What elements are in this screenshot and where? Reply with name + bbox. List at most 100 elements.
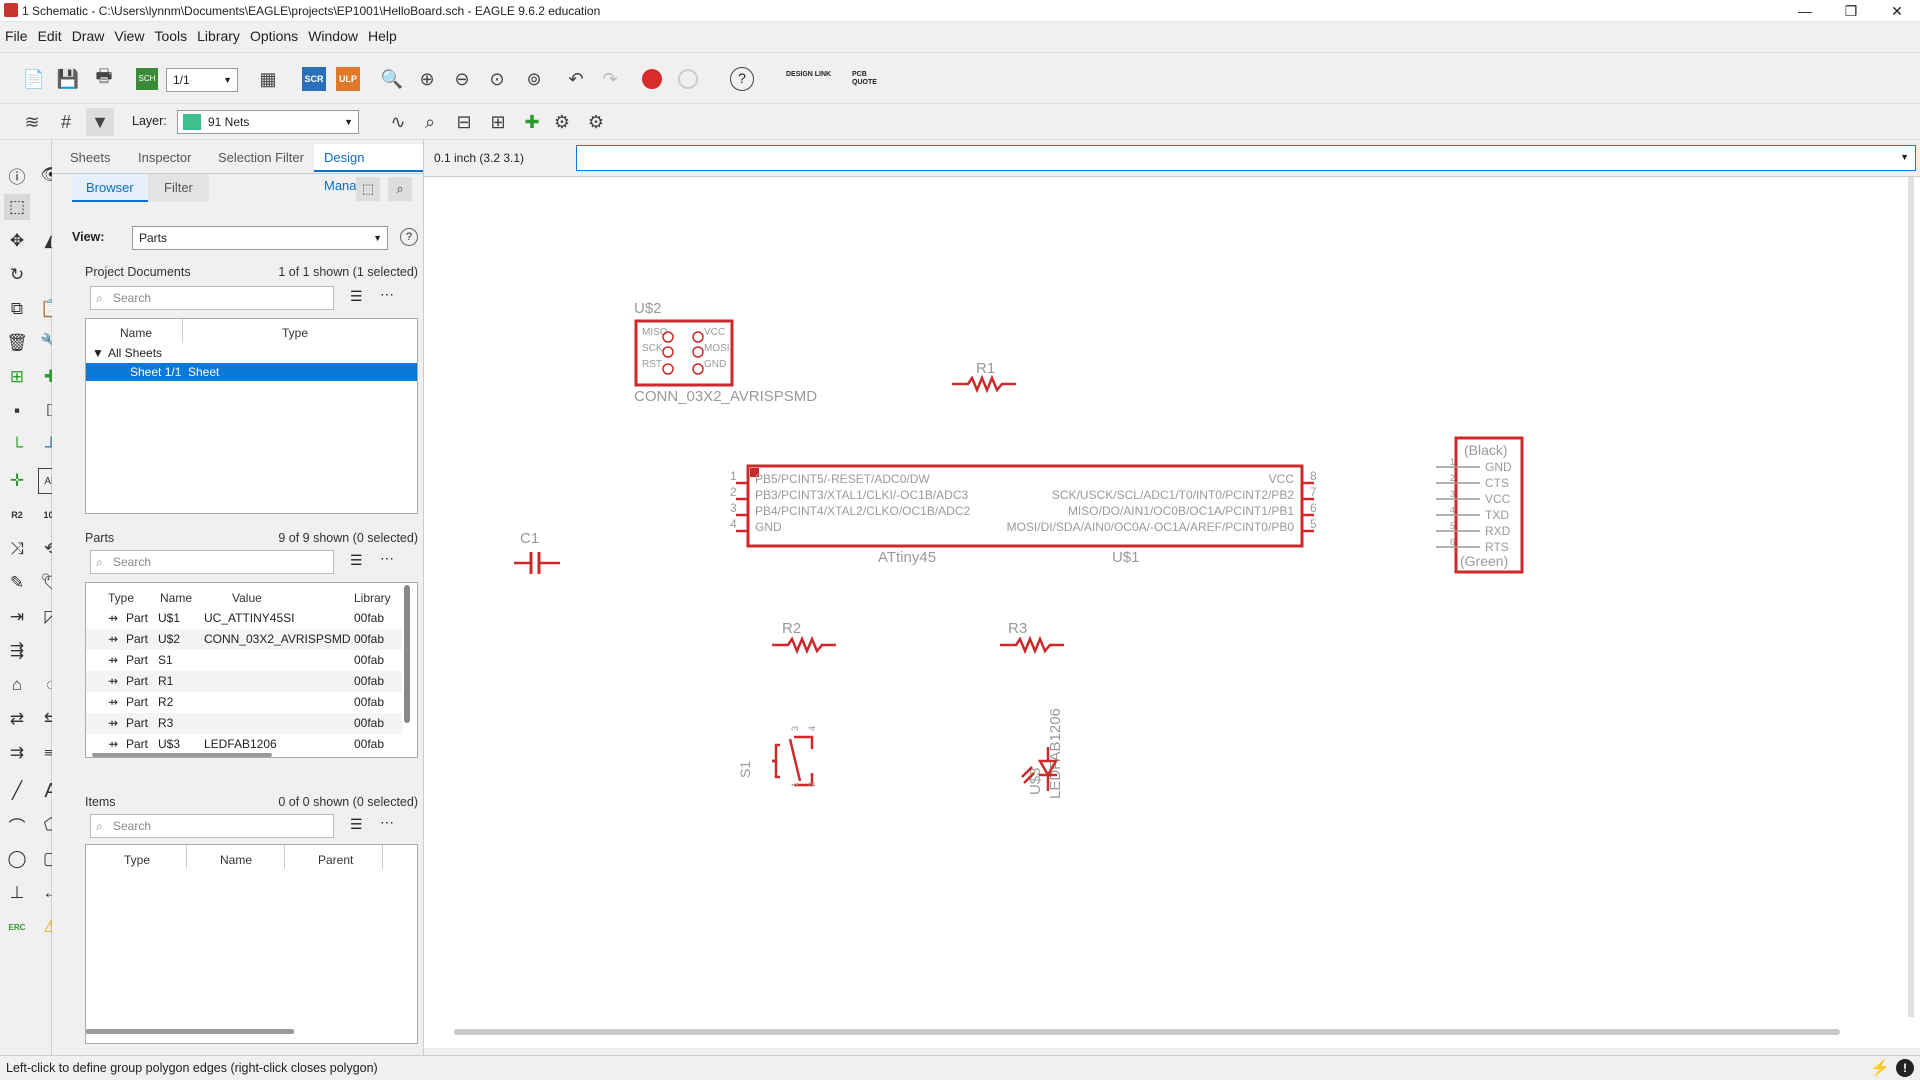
layers-icon[interactable]: ≋ [18, 108, 46, 136]
scrollbar[interactable] [404, 585, 410, 723]
grid-icon[interactable]: # [52, 108, 80, 136]
tab-selection-filter[interactable]: Selection Filter [208, 144, 314, 172]
tree-group[interactable]: ▼ All Sheets [86, 343, 417, 364]
swap-icon[interactable]: ⇄ [4, 706, 30, 732]
gateswap-icon[interactable]: ⊞ [484, 108, 512, 136]
wire-icon[interactable]: └ [4, 434, 30, 460]
cam-icon[interactable]: ▦ [254, 65, 282, 93]
pcb-quote-button[interactable]: PCB QUOTE [852, 71, 892, 87]
design-link-button[interactable]: DESIGN LINK [786, 71, 836, 79]
schematic-canvas[interactable]: U$2 MISO SCK RST VCC MOSI GND CONN_03X2_… [424, 176, 1920, 1048]
zoom-select-icon[interactable]: ⊚ [520, 65, 548, 93]
tab-design-manager[interactable]: Design Manager [314, 144, 423, 193]
layer-select[interactable]: 91 Nets ▼ [177, 110, 359, 134]
part-u3[interactable]: U$3 LEDFAB1206 [1021, 708, 1064, 799]
circle-icon[interactable]: ◯ [4, 846, 30, 872]
script-button[interactable]: SCR [302, 67, 326, 91]
scrollbar[interactable] [92, 753, 272, 757]
distribute-icon[interactable]: ⇉ [4, 740, 30, 766]
menu-library[interactable]: Library [192, 22, 245, 50]
column-header-type[interactable]: Type [124, 853, 150, 867]
part-c1[interactable]: C1 [514, 530, 560, 574]
view-select[interactable]: Parts ▼ [132, 226, 388, 250]
table-row[interactable]: ⇸ Part R2 00fab [86, 692, 402, 713]
select-cursor-icon[interactable]: ⬚ [356, 177, 380, 201]
net-icon[interactable]: ∿ [384, 108, 412, 136]
zoom-in-icon[interactable]: ⊕ [413, 65, 441, 93]
scrollbar-horizontal[interactable] [454, 1029, 1840, 1035]
settings-icon[interactable]: ⚙ [548, 108, 576, 136]
column-header-name[interactable]: Name [220, 853, 252, 867]
sheet-select[interactable]: 1/1 ▼ [166, 68, 238, 92]
sch-brd-switch-icon[interactable]: SCH [136, 68, 158, 90]
part-r1[interactable]: R1 [952, 360, 1016, 394]
change-icon[interactable]: ⌂ [4, 672, 30, 698]
menu-draw[interactable]: Draw [67, 22, 110, 50]
part-r2[interactable]: R2 [772, 620, 836, 655]
menu-help[interactable]: Help [363, 22, 402, 50]
list-item[interactable]: Sheet 1/1 Sheet [86, 363, 417, 381]
redo-icon[interactable]: ↷ [596, 65, 624, 93]
zoom-fit-icon[interactable]: 🔍 [378, 65, 406, 93]
add-part-icon[interactable]: ⊞ [4, 364, 30, 390]
schematic-drawing[interactable]: U$2 MISO SCK RST VCC MOSI GND CONN_03X2_… [424, 177, 1920, 1049]
close-button[interactable]: ✕ [1874, 0, 1920, 22]
rotate-icon[interactable]: ↻ [4, 262, 30, 288]
table-row[interactable]: ⇸ Part U$1 UC_ATTINY45SI 00fab [86, 608, 402, 629]
junction-icon[interactable]: ✛ [4, 468, 30, 494]
list-view-icon[interactable]: ☰ [350, 288, 363, 305]
list-view-icon[interactable]: ☰ [350, 552, 363, 569]
subtab-browser[interactable]: Browser [72, 174, 148, 202]
column-header-parent[interactable]: Parent [318, 853, 353, 867]
lightning-icon[interactable]: ⚡ [1870, 1058, 1890, 1078]
scrollbar-vertical[interactable] [1908, 177, 1914, 1017]
name-icon[interactable]: R2 [4, 502, 30, 528]
settings-alt-icon[interactable]: ⚙ [582, 108, 610, 136]
port-icon[interactable]: ⇥ [4, 604, 30, 630]
part-u1[interactable]: 1 2 3 4 PB5/PCINT5/-RESET/ADC0/DW PB3/PC… [730, 464, 1317, 566]
info-icon[interactable]: ⓘ [4, 162, 30, 188]
help-icon[interactable]: ? [400, 228, 418, 246]
menu-tools[interactable]: Tools [149, 22, 192, 50]
move-icon[interactable]: ✥ [4, 228, 30, 254]
smash-tool-icon[interactable]: ✎ [4, 570, 30, 596]
stop-icon[interactable] [642, 69, 662, 89]
column-header-type[interactable]: Type [108, 591, 134, 605]
erc-icon[interactable]: ERC [4, 914, 30, 940]
pinswap-icon[interactable]: ⇶ [4, 638, 30, 664]
more-icon[interactable]: ⋯ [380, 814, 394, 831]
group-icon[interactable]: ⬚ [4, 194, 30, 220]
command-input[interactable]: ▼ [576, 145, 1916, 171]
help-icon[interactable]: ? [730, 67, 754, 91]
menu-view[interactable]: View [109, 22, 149, 50]
list-view-icon[interactable]: ☰ [350, 816, 363, 833]
table-row[interactable]: ⇸ Part R1 00fab [86, 671, 402, 692]
tab-inspector[interactable]: Inspector [128, 144, 201, 172]
smash-icon[interactable]: ⊟ [450, 108, 478, 136]
subtab-filter[interactable]: Filter [148, 174, 209, 202]
minimize-button[interactable]: — [1782, 0, 1828, 22]
menu-window[interactable]: Window [303, 22, 363, 50]
more-icon[interactable]: ⋯ [380, 550, 394, 567]
add-net-icon[interactable]: ✚ [518, 108, 546, 136]
arc-icon[interactable]: ⌒ [4, 812, 30, 838]
print-icon[interactable]: 🖶 [90, 65, 118, 93]
part-ftdi-connector[interactable]: (Black) (Green) GND CTS VCC TXD RXD RTS … [1436, 436, 1524, 574]
ulp-button[interactable]: ULP [336, 67, 360, 91]
menu-file[interactable]: File [0, 22, 33, 50]
line-icon[interactable]: ╱ [4, 778, 30, 804]
column-header-type[interactable]: Type [282, 326, 308, 340]
table-row[interactable]: ⇸ Part U$3 LEDFAB1206 00fab [86, 734, 402, 755]
dimension-icon[interactable]: ⊥ [4, 880, 30, 906]
filter-icon[interactable]: ▼ [86, 108, 114, 136]
alert-icon[interactable]: ! [1896, 1059, 1914, 1077]
menu-options[interactable]: Options [245, 22, 303, 50]
restore-button[interactable]: ❐ [1828, 0, 1874, 22]
table-row[interactable]: ⇸ Part R3 00fab [86, 713, 402, 734]
parts-search[interactable]: ⌕ Search [90, 550, 334, 574]
items-search[interactable]: ⌕ Search [90, 814, 334, 838]
split-icon[interactable]: ⤨ [4, 536, 30, 562]
table-row[interactable]: ⇸ Part S1 00fab [86, 650, 402, 671]
zoom-redraw-icon[interactable]: ⊙ [483, 65, 511, 93]
scrollbar[interactable] [86, 1029, 294, 1034]
